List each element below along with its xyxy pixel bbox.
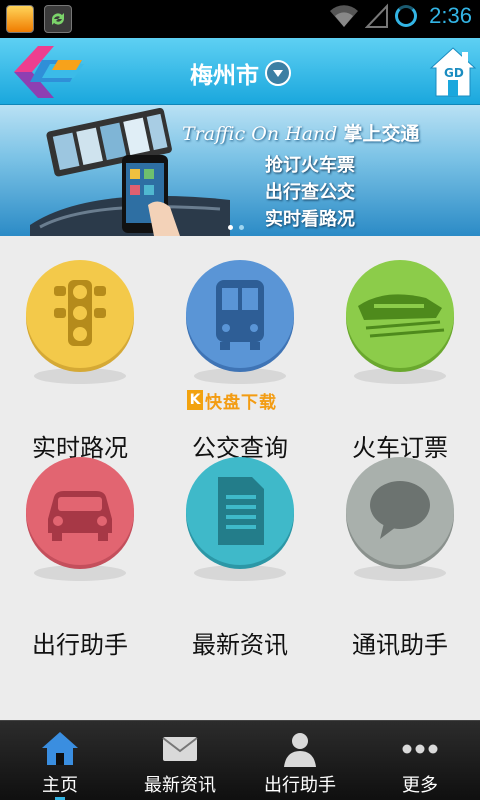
clock: 2:36 — [429, 3, 472, 28]
chevron-down-icon — [265, 60, 291, 86]
home-gd-button[interactable]: GD — [428, 44, 478, 100]
page-dot — [239, 225, 244, 230]
wifi-icon — [330, 5, 359, 27]
app-logo-icon — [14, 46, 84, 98]
bottom-navigation: 主页 最新资讯 出行助手 更多 — [0, 720, 480, 800]
tile-realtime-traffic[interactable]: 实时路况 — [5, 258, 155, 462]
page-dot-active — [228, 225, 233, 230]
bus-icon — [184, 258, 296, 384]
watermark-text: 快盘下载 — [205, 392, 277, 413]
banner-tagline-cn: 掌上交通 — [343, 123, 420, 145]
home-badge-text: GD — [444, 66, 464, 80]
sync-notification-icon — [44, 5, 72, 33]
tile-label: 出行助手 — [32, 631, 128, 659]
signal-icon — [365, 3, 389, 28]
banner-line-1: 抢订火车票 — [265, 155, 355, 176]
weibo-notification-icon — [6, 5, 34, 33]
chat-bubble-icon — [344, 455, 456, 581]
car-icon — [24, 455, 136, 581]
traffic-light-icon — [24, 258, 136, 384]
nav-label: 出行助手 — [264, 775, 336, 796]
train-icon — [344, 258, 456, 384]
loading-icon — [395, 5, 418, 27]
tile-communication-assistant[interactable]: 通讯助手 — [325, 455, 475, 659]
mail-icon — [162, 737, 198, 761]
status-bar: 2:36 — [0, 0, 480, 38]
nav-label: 主页 — [42, 775, 78, 796]
more-dots-icon — [402, 744, 438, 754]
banner-line-2: 出行查公交 — [265, 182, 355, 203]
nav-label: 更多 — [402, 775, 438, 796]
home-icon — [42, 732, 78, 765]
city-name: 梅州市 — [190, 63, 259, 89]
nav-home[interactable]: 主页 — [0, 721, 120, 800]
person-icon — [284, 733, 316, 767]
banner-page-indicator — [228, 225, 244, 230]
nav-more[interactable]: 更多 — [360, 721, 480, 800]
nav-latest-news[interactable]: 最新资讯 — [120, 721, 240, 800]
document-icon — [184, 455, 296, 581]
tile-label: 通讯助手 — [352, 631, 448, 659]
tile-travel-assistant[interactable]: 出行助手 — [5, 455, 155, 659]
nav-label: 最新资讯 — [144, 775, 216, 796]
tile-bus-query[interactable]: 公交查询 — [165, 258, 315, 462]
banner-tagline-en: Traffic On Hand — [182, 123, 338, 145]
tile-label: 最新资讯 — [192, 631, 288, 659]
watermark-badge: K — [187, 390, 203, 410]
notification-icons — [6, 5, 72, 33]
city-selector[interactable]: 梅州市 — [190, 56, 291, 90]
watermark-logo: K 快盘下载 — [187, 388, 277, 413]
banner-tagline: Traffic On Hand 掌上交通 — [182, 119, 420, 146]
promo-banner[interactable]: Traffic On Hand 掌上交通 抢订火车票 出行查公交 实时看路况 — [0, 105, 480, 236]
nav-travel-assistant[interactable]: 出行助手 — [240, 721, 360, 800]
banner-line-3: 实时看路况 — [265, 209, 355, 230]
system-status: 2:36 — [329, 3, 472, 29]
tile-train-booking[interactable]: 火车订票 — [325, 258, 475, 462]
tile-latest-news[interactable]: 最新资讯 — [165, 455, 315, 659]
app-screen: 2:36 梅州市 GD Traffic On Hand 掌上交通 抢订火车票 出… — [0, 0, 480, 800]
app-header: 梅州市 GD — [0, 38, 480, 105]
